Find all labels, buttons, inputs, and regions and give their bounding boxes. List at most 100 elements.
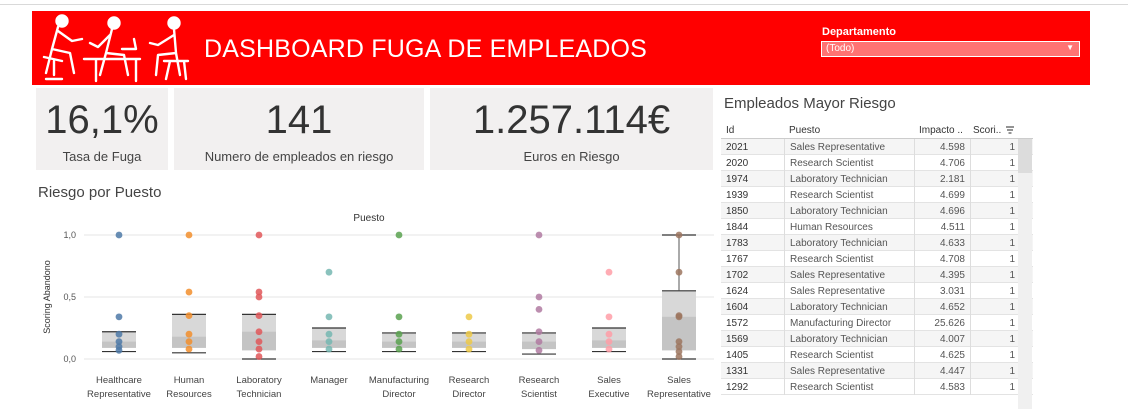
cell-id: 1624 (726, 286, 749, 297)
table-row[interactable]: 1850 Laboratory Technician 4.696 1 (721, 203, 1033, 219)
table-row[interactable]: 1569 Laboratory Technician 4.007 1 (721, 331, 1033, 347)
x-tick-label: Scientist (521, 389, 557, 400)
table-body: 2021 Sales Representative 4.598 1 2020 Resear… (721, 139, 1033, 395)
data-point (395, 231, 403, 239)
column-header-impacto[interactable]: Impacto .. (919, 125, 963, 136)
table-scrollbar[interactable] (1018, 139, 1032, 409)
data-point (185, 330, 193, 338)
table-row[interactable]: 1292 Research Scientist 4.583 1 (721, 379, 1033, 395)
x-tick-label: Research (449, 375, 490, 386)
kpi-label: Tasa de Fuga (62, 149, 142, 164)
cell-scoring: 1 (970, 267, 1018, 283)
cell-id: 1405 (726, 350, 749, 361)
department-filter-dropdown[interactable]: (Todo) ▼ (821, 41, 1080, 57)
kpi-label: Euros en Riesgo (523, 149, 620, 164)
cell-impacto: 4.652 (914, 299, 970, 315)
y-tick-label: 0,0 (63, 354, 76, 364)
table-row[interactable]: 1572 Manufacturing Director 25.626 1 (721, 315, 1033, 331)
table-row[interactable]: 1604 Laboratory Technician 4.652 1 (721, 299, 1033, 315)
table-header: Id Puesto Impacto .. Scori.. (721, 122, 1033, 139)
chevron-down-icon: ▼ (1066, 43, 1074, 52)
data-point (605, 330, 613, 338)
cell-id: 1331 (726, 366, 749, 377)
data-point (185, 231, 193, 239)
risk-by-role-chart: Puesto Scoring Abandono 0,0 0,5 1,0 Healthcar… (42, 213, 714, 400)
table-row[interactable]: 2021 Sales Representative 4.598 1 (721, 139, 1033, 155)
data-point (255, 353, 263, 360)
table-row[interactable]: 1783 Laboratory Technician 4.633 1 (721, 235, 1033, 251)
table-row[interactable]: 1702 Sales Representative 4.395 1 (721, 267, 1033, 283)
table-row[interactable]: 1974 Laboratory Technician 2.181 1 (721, 171, 1033, 187)
data-point (255, 328, 263, 336)
cell-puesto: Research Scientist (784, 379, 914, 395)
cell-id: 2020 (726, 158, 749, 169)
chart-title: Puesto (353, 213, 385, 224)
cell-impacto: 4.395 (914, 267, 970, 283)
x-tick-label: Director (382, 389, 415, 400)
data-point (395, 313, 403, 321)
cell-id: 2021 (726, 142, 749, 153)
cell-impacto: 4.625 (914, 347, 970, 363)
table-row[interactable]: 1405 Research Scientist 4.625 1 (721, 347, 1033, 363)
cell-scoring: 1 (970, 155, 1018, 171)
table-row[interactable]: 1331 Sales Representative 4.447 1 (721, 363, 1033, 379)
cell-scoring: 1 (970, 347, 1018, 363)
column-header-scoring[interactable]: Scori.. (973, 125, 1001, 136)
data-point (675, 313, 683, 321)
table-row[interactable]: 2020 Research Scientist 4.706 1 (721, 155, 1033, 171)
data-point (185, 338, 193, 346)
cell-puesto: Manufacturing Director (784, 315, 914, 331)
data-point (535, 346, 543, 354)
data-point (255, 312, 263, 319)
table-row[interactable]: 1844 Human Resources 4.511 1 (721, 219, 1033, 235)
department-filter-label: Departamento (822, 26, 896, 38)
cell-puesto: Laboratory Technician (784, 171, 914, 187)
sort-descending-icon[interactable] (1005, 125, 1015, 135)
cell-scoring: 1 (970, 315, 1018, 331)
cell-impacto: 4.633 (914, 235, 970, 251)
data-point (395, 338, 403, 346)
cell-impacto: 4.708 (914, 251, 970, 267)
data-point (255, 338, 263, 346)
data-point (325, 345, 333, 353)
cell-impacto: 4.598 (914, 139, 970, 155)
cell-impacto: 25.626 (914, 315, 970, 331)
data-point (465, 338, 473, 346)
kpi-employees-at-risk: 141 Numero de empleados en riesgo (174, 88, 424, 170)
y-tick-label: 1,0 (63, 230, 76, 240)
data-point (185, 288, 193, 296)
cell-puesto: Research Scientist (784, 187, 914, 203)
kpi-euros-at-risk: 1.257.114€ Euros en Riesgo (430, 88, 713, 170)
table-row[interactable]: 1624 Sales Representative 3.031 1 (721, 283, 1033, 299)
table-scrollbar-thumb[interactable] (1018, 139, 1032, 173)
kpi-label: Numero de empleados en riesgo (204, 149, 394, 164)
chart-section-title: Riesgo por Puesto (38, 184, 162, 201)
cell-scoring: 1 (970, 299, 1018, 315)
data-point (605, 338, 613, 346)
cell-scoring: 1 (970, 203, 1018, 219)
column-header-id[interactable]: Id (726, 125, 734, 136)
x-tick-label: Sales (597, 375, 621, 386)
cell-scoring: 1 (970, 235, 1018, 251)
data-point (255, 293, 263, 301)
kpi-attrition-rate: 16,1% Tasa de Fuga (36, 88, 168, 170)
column-header-puesto[interactable]: Puesto (789, 125, 820, 136)
data-point (185, 312, 193, 319)
cell-scoring: 1 (970, 379, 1018, 395)
data-point (465, 313, 473, 321)
department-filter-value: (Todo) (826, 43, 855, 54)
high-risk-employees-table: Id Puesto Impacto .. Scori.. 2021 Sales R… (721, 122, 1033, 395)
data-point (115, 346, 123, 354)
kpi-value: 141 (265, 98, 333, 142)
table-row[interactable]: 1767 Research Scientist 4.708 1 (721, 251, 1033, 267)
top-divider (0, 4, 1128, 5)
cell-id: 1604 (726, 302, 749, 313)
table-row[interactable]: 1939 Research Scientist 4.699 1 (721, 187, 1033, 203)
cell-impacto: 4.696 (914, 203, 970, 219)
cell-puesto: Laboratory Technician (784, 299, 914, 315)
cell-impacto: 2.181 (914, 171, 970, 187)
kpi-value: 16,1% (45, 98, 159, 142)
cell-id: 1767 (726, 254, 749, 265)
x-tick-label: Executive (588, 389, 629, 400)
cell-scoring: 1 (970, 331, 1018, 347)
